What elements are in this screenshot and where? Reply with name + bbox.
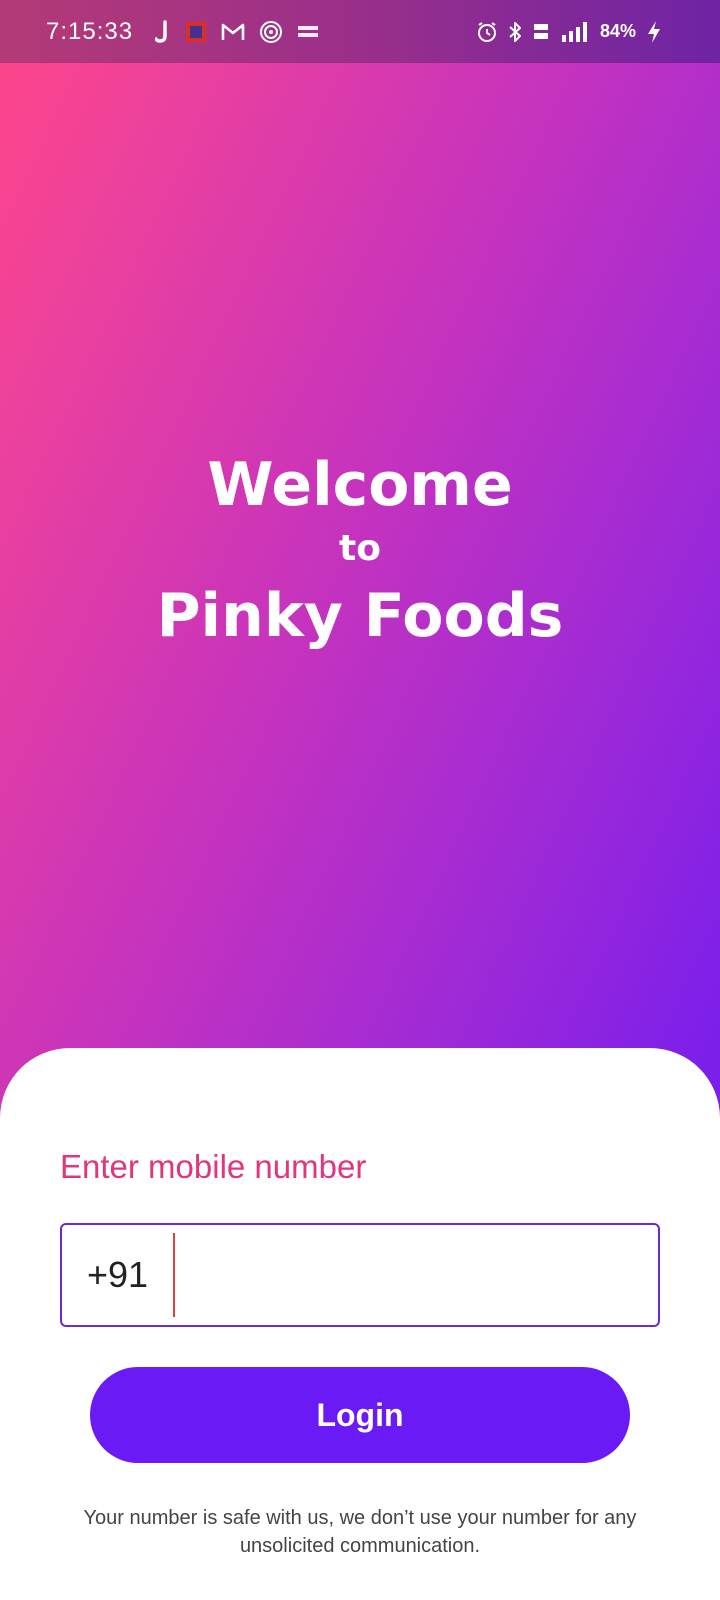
welcome-heading: Welcome — [207, 449, 513, 520]
volte-icon — [532, 18, 550, 46]
alarm-icon — [476, 18, 498, 46]
status-bar: 7:15:33 84% — [0, 0, 720, 63]
gmail-icon — [221, 18, 245, 46]
charging-icon — [646, 18, 662, 46]
signal-icon — [560, 18, 590, 46]
battery-percentage: 84% — [599, 21, 636, 41]
jio-icon — [155, 18, 171, 46]
mobile-number-input[interactable] — [175, 1225, 658, 1325]
country-code: +91 — [87, 1254, 149, 1295]
music-icon — [259, 18, 283, 46]
privacy-disclaimer: Your number is safe with us, we don’t us… — [83, 1507, 637, 1557]
welcome-hero: Welcome to Pinky Foods — [0, 63, 720, 1048]
login-button[interactable]: Login — [90, 1367, 630, 1463]
login-card: Enter mobile number +91 Login Your numbe… — [0, 1048, 720, 1600]
next-level-icon — [297, 18, 319, 46]
mobile-number-label: Enter mobile number — [60, 1148, 367, 1185]
welcome-to-text: to — [339, 527, 381, 569]
app-square-icon — [185, 18, 207, 46]
status-left: 7:15:33 — [46, 18, 319, 46]
brand-name: Pinky Foods — [156, 580, 564, 651]
status-right: 84% — [476, 18, 662, 46]
bluetooth-icon — [508, 18, 522, 46]
mobile-number-field[interactable]: +91 — [60, 1223, 660, 1327]
status-time: 7:15:33 — [46, 17, 134, 45]
